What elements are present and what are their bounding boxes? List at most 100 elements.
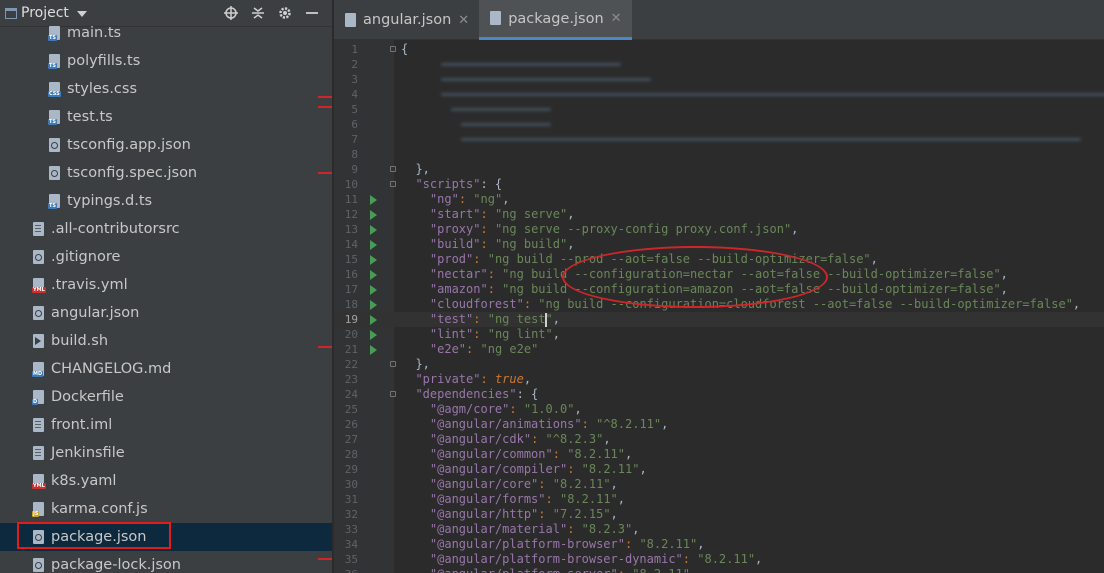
- code-line[interactable]: 20 "lint": "ng lint",: [334, 327, 1104, 342]
- code-text: "@agm/core": "1.0.0",: [429, 402, 582, 416]
- close-icon[interactable]: ✕: [611, 11, 622, 26]
- tab-package-json[interactable]: package.json ✕: [479, 0, 632, 40]
- run-script-icon[interactable]: [370, 255, 377, 265]
- line-number: 24: [344, 388, 358, 401]
- code-editor[interactable]: 1{2 3 4 5 6 7 8 9 }, 10 "scripts": {11 "ng": "ng…: [334, 40, 1104, 573]
- code-line[interactable]: 26 "@angular/animations": "^8.2.11",: [334, 417, 1104, 432]
- tree-item[interactable]: .all-contributorsrc: [0, 215, 180, 243]
- tree-item[interactable]: JS karma.conf.js: [0, 495, 148, 523]
- run-script-icon[interactable]: [370, 195, 377, 205]
- code-line[interactable]: 5: [334, 102, 1104, 117]
- code-line[interactable]: 31 "@angular/forms": "8.2.11",: [334, 492, 1104, 507]
- code-line[interactable]: 28 "@angular/common": "8.2.11",: [334, 447, 1104, 462]
- code-line[interactable]: 2: [334, 57, 1104, 72]
- tree-item[interactable]: .gitignore: [0, 243, 120, 271]
- fold-marker-icon[interactable]: [390, 181, 396, 187]
- line-number: 29: [344, 463, 358, 476]
- code-line[interactable]: 7: [334, 132, 1104, 147]
- fold-marker-icon[interactable]: [390, 391, 396, 397]
- code-text: "@angular/platform-browser-dynamic": "8.…: [429, 552, 763, 566]
- text-file-icon: [32, 445, 45, 461]
- tree-item[interactable]: front.iml: [0, 411, 112, 439]
- tree-item[interactable]: build.sh: [0, 327, 108, 355]
- tree-item[interactable]: YML .travis.yml: [0, 271, 128, 299]
- code-text: "e2e": "ng e2e": [429, 342, 539, 356]
- tree-item[interactable]: TS main.ts: [0, 19, 121, 47]
- line-number: 25: [344, 403, 358, 416]
- code-line[interactable]: 35 "@angular/platform-browser-dynamic": …: [334, 552, 1104, 567]
- code-text: "dependencies": {: [415, 387, 539, 401]
- run-script-icon[interactable]: [370, 225, 377, 235]
- fold-marker-icon[interactable]: [390, 166, 396, 172]
- code-line[interactable]: 4: [334, 87, 1104, 102]
- run-script-icon[interactable]: [370, 240, 377, 250]
- line-number: 31: [344, 493, 358, 506]
- tree-item-label: package-lock.json: [51, 557, 181, 573]
- code-line[interactable]: 33 "@angular/material": "8.2.3",: [334, 522, 1104, 537]
- tree-item[interactable]: TS test.ts: [0, 103, 113, 131]
- run-script-icon[interactable]: [370, 345, 377, 355]
- tree-item-label: .all-contributorsrc: [51, 221, 180, 237]
- code-line[interactable]: 19 "test": "ng test",: [334, 312, 1104, 327]
- tree-item[interactable]: TS polyfills.ts: [0, 47, 140, 75]
- code-line[interactable]: 10 "scripts": {: [334, 177, 1104, 192]
- code-line[interactable]: 25 "@agm/core": "1.0.0",: [334, 402, 1104, 417]
- code-line[interactable]: 23 "private": true,: [334, 372, 1104, 387]
- run-script-icon[interactable]: [370, 330, 377, 340]
- collapse-all-icon[interactable]: [251, 6, 265, 20]
- tree-item[interactable]: tsconfig.app.json: [0, 131, 191, 159]
- code-line[interactable]: 22 },: [334, 357, 1104, 372]
- code-line[interactable]: 13 "proxy": "ng serve --proxy-config pro…: [334, 222, 1104, 237]
- code-line[interactable]: 21 "e2e": "ng e2e": [334, 342, 1104, 357]
- tree-item[interactable]: angular.json: [0, 299, 139, 327]
- tree-item-label: CHANGELOG.md: [51, 361, 172, 377]
- code-line[interactable]: 12 "start": "ng serve",: [334, 207, 1104, 222]
- minimize-icon[interactable]: [305, 6, 319, 20]
- line-number: 14: [344, 238, 358, 251]
- tree-item[interactable]: MD CHANGELOG.md: [0, 355, 171, 383]
- code-line[interactable]: 11 "ng": "ng",: [334, 192, 1104, 207]
- run-script-icon[interactable]: [370, 270, 377, 280]
- fold-marker-icon[interactable]: [390, 361, 396, 367]
- tree-item[interactable]: package-lock.json: [0, 551, 181, 573]
- text-file-icon: [32, 221, 45, 237]
- code-line[interactable]: 24 "dependencies": {: [334, 387, 1104, 402]
- code-line[interactable]: 8: [334, 147, 1104, 162]
- tree-item[interactable]: TS typings.d.ts: [0, 187, 152, 215]
- tree-item[interactable]: Jenkinsfile: [0, 439, 125, 467]
- chevron-down-icon[interactable]: [76, 11, 87, 17]
- code-text: "@angular/platform-server": "8.2.11",: [401, 567, 697, 573]
- run-script-icon[interactable]: [370, 300, 377, 310]
- run-script-icon[interactable]: [370, 210, 377, 220]
- line-number: 8: [351, 148, 358, 161]
- code-line[interactable]: 29 "@angular/compiler": "8.2.11",: [334, 462, 1104, 477]
- code-line[interactable]: 3: [334, 72, 1104, 87]
- code-line[interactable]: 1{: [334, 42, 1104, 57]
- code-line[interactable]: 34 "@angular/platform-browser": "8.2.11"…: [334, 537, 1104, 552]
- tab-angular-json[interactable]: angular.json ✕: [334, 0, 479, 40]
- gear-icon[interactable]: [278, 6, 292, 20]
- tree-item[interactable]: CSS styles.css: [0, 75, 137, 103]
- code-line[interactable]: 6: [334, 117, 1104, 132]
- locate-icon[interactable]: [224, 6, 238, 20]
- tree-item-label: typings.d.ts: [67, 193, 153, 209]
- code-line[interactable]: 27 "@angular/cdk": "^8.2.3",: [334, 432, 1104, 447]
- run-script-icon[interactable]: [370, 315, 377, 325]
- code-text: },: [401, 162, 430, 176]
- fold-marker-icon[interactable]: [390, 46, 396, 52]
- line-number: 2: [351, 58, 358, 71]
- tree-item[interactable]: tsconfig.spec.json: [0, 159, 197, 187]
- code-line[interactable]: 30 "@angular/core": "8.2.11",: [334, 477, 1104, 492]
- js-file-icon: JS: [32, 501, 45, 517]
- tree-item[interactable]: D Dockerfile: [0, 383, 124, 411]
- line-number: 23: [344, 373, 358, 386]
- run-script-icon[interactable]: [370, 285, 377, 295]
- code-line[interactable]: 36 "@angular/platform-server": "8.2.11",: [334, 567, 1104, 573]
- line-number: 18: [344, 298, 358, 311]
- ts-file-icon: TS: [48, 53, 61, 69]
- code-line[interactable]: 32 "@angular/http": "7.2.15",: [334, 507, 1104, 522]
- tree-item[interactable]: YML k8s.yaml: [0, 467, 116, 495]
- code-line[interactable]: 9 },: [334, 162, 1104, 177]
- close-icon[interactable]: ✕: [458, 13, 469, 28]
- tree-item-label: karma.conf.js: [51, 501, 148, 517]
